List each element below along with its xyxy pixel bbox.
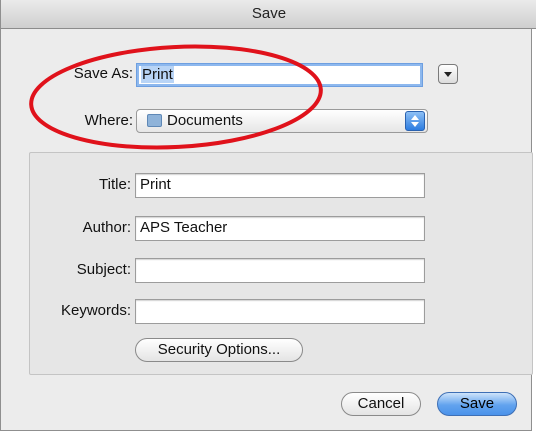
expand-disclosure-button[interactable]	[438, 64, 458, 84]
popup-stepper-icon	[405, 111, 425, 131]
title-field[interactable]: Print	[135, 173, 425, 198]
triangle-down-icon	[444, 72, 452, 77]
keywords-label: Keywords:	[60, 302, 131, 319]
cancel-button[interactable]: Cancel	[341, 392, 421, 416]
annotation-circle	[29, 44, 323, 150]
subject-label: Subject:	[76, 261, 131, 278]
subject-field[interactable]	[135, 258, 425, 283]
author-field[interactable]: APS Teacher	[135, 216, 425, 241]
keywords-field[interactable]	[135, 299, 425, 324]
security-options-button[interactable]: Security Options...	[135, 338, 303, 362]
save-button[interactable]: Save	[437, 392, 517, 416]
title-label: Title:	[99, 176, 131, 193]
dialog-title: Save	[1, 0, 536, 29]
author-label: Author:	[82, 219, 131, 236]
